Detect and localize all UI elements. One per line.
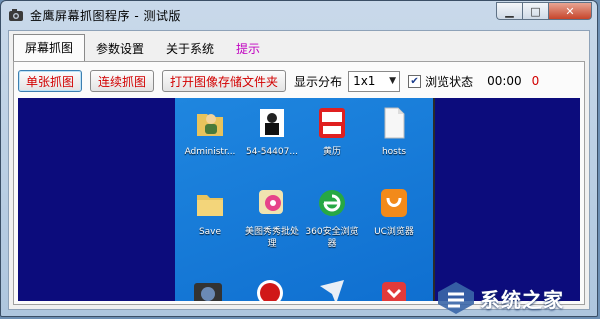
desktop-icon-meitu: 美图秀秀批处理: [241, 186, 303, 250]
camera-icon: [194, 283, 222, 301]
timer-display: 00:00: [487, 74, 522, 88]
close-button[interactable]: ✕: [548, 2, 592, 20]
desktop-icon-hosts: hosts: [363, 106, 425, 158]
maximize-icon: □: [530, 4, 541, 18]
close-icon: ✕: [565, 4, 575, 18]
calendar-app-icon: [319, 108, 345, 138]
tab-hint[interactable]: 提示: [225, 37, 271, 61]
desktop-icon-photo: 54-54407...: [241, 106, 303, 158]
red-square-app-icon: [382, 282, 406, 301]
desktop-icon-label: 美图秀秀批处理: [244, 227, 299, 249]
desktop-icon-360: 360安全浏览器: [301, 186, 363, 250]
continuous-capture-button[interactable]: 连续抓图: [90, 70, 155, 92]
user-folder-icon: [197, 114, 223, 136]
display-layout-label: 显示分布: [294, 74, 343, 89]
meitu-batch-icon: [259, 190, 283, 214]
minimize-icon: ▁: [505, 4, 514, 18]
capture-count: 0: [531, 74, 540, 88]
minimize-button[interactable]: ▁: [496, 2, 522, 20]
window-controls: ▁ □ ✕: [496, 2, 592, 20]
single-capture-button[interactable]: 单张抓图: [18, 70, 83, 92]
tab-screen-capture[interactable]: 屏幕抓图: [13, 34, 86, 61]
capture-toolbar: 单张抓图 连续抓图 打开图像存储文件夹 显示分布 1x1 ▼ ✔ 浏览状态 00…: [18, 68, 539, 94]
red-app-icon: [257, 280, 283, 301]
desktop-icon-uc: UC浏览器: [363, 186, 425, 238]
preview-divider: [433, 98, 435, 301]
camera-app-icon: [9, 9, 23, 21]
watermark-logo-icon: [438, 282, 474, 314]
checkmark-icon: ✔: [410, 75, 419, 87]
desktop-icon-label: hosts: [381, 147, 407, 157]
file-icon: [384, 107, 405, 139]
client-area: 屏幕抓图 参数设置 关于系统 提示 单张抓图 连续抓图 打开图像存储文件夹 显示…: [8, 30, 590, 310]
title-bar[interactable]: 金鹰屏幕抓图程序 - 测试版 ▁ □ ✕: [1, 1, 597, 29]
photo-shortcut-icon: [260, 109, 284, 137]
captured-desktop-image: Administr... 54-54407... 黄历 hosts Save 美…: [175, 98, 433, 301]
capture-panel: 单张抓图 连续抓图 打开图像存储文件夹 显示分布 1x1 ▼ ✔ 浏览状态 00…: [13, 61, 585, 305]
uc-browser-icon: [381, 189, 407, 217]
chevron-down-icon: ▼: [389, 76, 397, 86]
open-image-folder-button[interactable]: 打开图像存储文件夹: [162, 70, 287, 92]
mail-icon: [320, 280, 344, 301]
tab-about[interactable]: 关于系统: [155, 37, 225, 61]
desktop-icon-label: 黄历: [322, 147, 341, 157]
browse-state-checkbox[interactable]: ✔: [408, 74, 422, 88]
browser-360-icon: [319, 190, 345, 216]
app-window: 金鹰屏幕抓图程序 - 测试版 ▁ □ ✕ 屏幕抓图 参数设置 关于系统 提示 单…: [0, 0, 598, 317]
desktop-icon-label: 54-54407...: [246, 147, 298, 157]
watermark-text: 系统之家: [480, 287, 564, 312]
desktop-icon-save: Save: [179, 186, 241, 238]
maximize-button[interactable]: □: [522, 2, 548, 20]
window-title: 金鹰屏幕抓图程序 - 测试版: [30, 8, 181, 23]
desktop-icon-calendar: 黄历: [301, 106, 363, 158]
tab-settings[interactable]: 参数设置: [85, 37, 155, 61]
desktop-icon-label: UC浏览器: [374, 227, 414, 237]
browse-state-label: 浏览状态: [425, 74, 474, 89]
desktop-icon-label: Save: [198, 227, 222, 237]
capture-preview[interactable]: Administr... 54-54407... 黄历 hosts Save 美…: [18, 98, 580, 301]
tab-strip: 屏幕抓图 参数设置 关于系统 提示: [13, 34, 271, 61]
folder-icon: [197, 195, 223, 216]
site-watermark: 系统之家: [436, 279, 596, 317]
display-layout-select[interactable]: 1x1 ▼: [348, 70, 401, 92]
desktop-icon-label: Administr...: [184, 147, 236, 157]
desktop-icon-administrator: Administr...: [179, 106, 241, 158]
display-layout-value: 1x1: [353, 74, 376, 88]
desktop-icon-label: 360安全浏览器: [305, 227, 359, 249]
